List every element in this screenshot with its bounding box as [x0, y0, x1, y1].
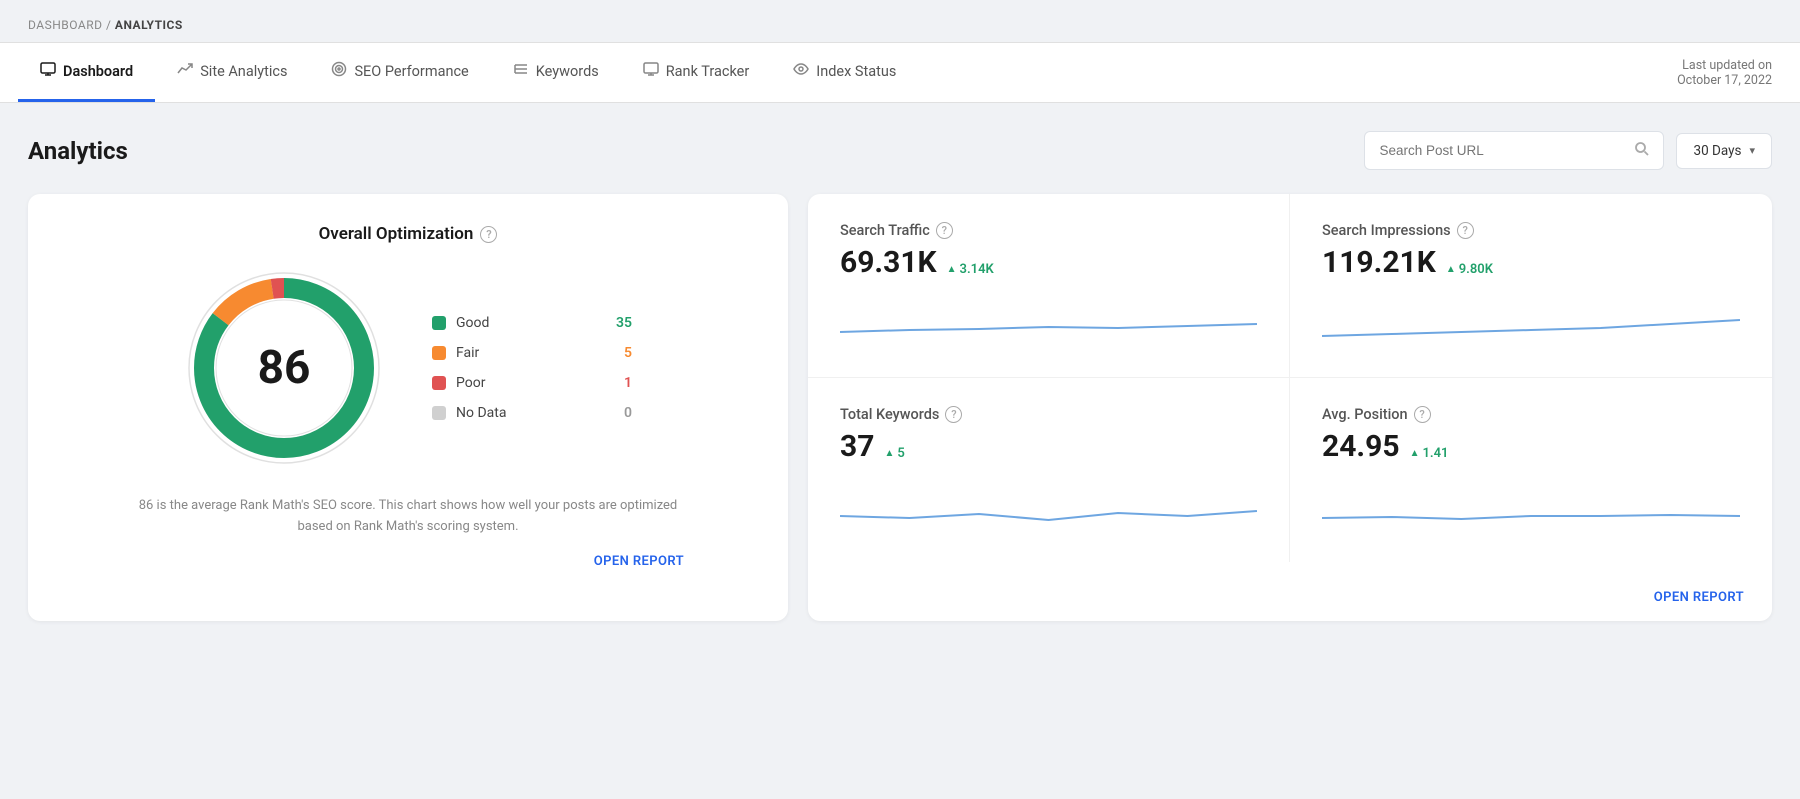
legend-fair-dot — [432, 346, 446, 360]
search-traffic-help-icon[interactable]: ? — [936, 222, 953, 239]
monitor-icon — [40, 61, 56, 81]
tab-index-status[interactable]: Index Status — [771, 43, 918, 102]
breadcrumb-current: ANALYTICS — [115, 18, 183, 32]
metric-search-impressions-delta: 9.80K — [1446, 262, 1493, 277]
metric-search-impressions: Search Impressions ? 119.21K 9.80K — [1290, 194, 1772, 378]
sparkline-total-keywords — [840, 478, 1257, 533]
legend-fair-label: Fair — [456, 345, 598, 361]
legend-good-count: 35 — [608, 315, 632, 331]
legend-poor-dot — [432, 376, 446, 390]
optimization-description: 86 is the average Rank Math's SEO score.… — [128, 496, 688, 538]
metric-total-keywords: Total Keywords ? 37 5 — [808, 378, 1290, 562]
metric-search-impressions-label: Search Impressions ? — [1322, 222, 1740, 239]
target-icon — [331, 61, 347, 81]
metric-total-keywords-value-row: 37 5 — [840, 429, 1257, 464]
metrics-grid: Search Traffic ? 69.31K 3.14K — [808, 194, 1772, 562]
metric-search-traffic-delta: 3.14K — [947, 262, 994, 277]
metric-search-traffic-label: Search Traffic ? — [840, 222, 1257, 239]
donut-chart: 86 — [184, 268, 384, 468]
tab-dashboard[interactable]: Dashboard — [18, 43, 155, 102]
tab-seo-performance[interactable]: SEO Performance — [309, 43, 490, 102]
tab-rank-tracker[interactable]: Rank Tracker — [621, 43, 772, 102]
last-updated: Last updated on October 17, 2022 — [1677, 58, 1782, 88]
metric-total-keywords-delta: 5 — [884, 446, 904, 461]
metric-avg-position-value: 24.95 — [1322, 429, 1400, 464]
breadcrumb-base: DASHBOARD — [28, 18, 102, 32]
metric-total-keywords-value: 37 — [840, 429, 874, 464]
optimization-open-report[interactable]: OPEN REPORT — [128, 554, 688, 569]
metric-total-keywords-label: Total Keywords ? — [840, 406, 1257, 423]
tab-rank-tracker-label: Rank Tracker — [666, 63, 750, 80]
tab-bar: Dashboard Site Analytics SEO Performance — [0, 42, 1800, 103]
tab-site-analytics[interactable]: Site Analytics — [155, 43, 309, 102]
avg-position-help-icon[interactable]: ? — [1414, 406, 1431, 423]
metric-avg-position-value-row: 24.95 1.41 — [1322, 429, 1740, 464]
tab-dashboard-label: Dashboard — [63, 63, 133, 80]
metrics-card: Search Traffic ? 69.31K 3.14K — [808, 194, 1772, 621]
tab-seo-performance-label: SEO Performance — [354, 63, 468, 80]
search-url-input[interactable] — [1379, 143, 1626, 158]
metric-search-traffic-value-row: 69.31K 3.14K — [840, 245, 1257, 280]
eye-icon — [793, 61, 809, 81]
chart-icon — [177, 61, 193, 81]
metric-search-impressions-value: 119.21K — [1322, 245, 1436, 280]
metric-avg-position-label: Avg. Position ? — [1322, 406, 1740, 423]
breadcrumb: DASHBOARD / ANALYTICS — [0, 0, 1800, 42]
tab-site-analytics-label: Site Analytics — [200, 63, 287, 80]
legend: Good 35 Fair 5 Poor 1 N — [432, 315, 632, 421]
days-dropdown-label: 30 Days — [1693, 143, 1741, 159]
search-icon — [1634, 141, 1649, 160]
search-url-box[interactable] — [1364, 131, 1664, 170]
legend-no-data-label: No Data — [456, 405, 598, 421]
tab-keywords[interactable]: Keywords — [491, 43, 621, 102]
legend-good-label: Good — [456, 315, 598, 331]
header-controls: 30 Days ▾ — [1364, 131, 1772, 170]
metrics-card-footer: OPEN REPORT — [808, 562, 1772, 621]
legend-no-data-dot — [432, 406, 446, 420]
legend-poor-label: Poor — [456, 375, 598, 391]
legend-poor: Poor 1 — [432, 375, 632, 391]
donut-score: 86 — [258, 341, 311, 395]
legend-no-data-count: 0 — [608, 405, 632, 421]
last-updated-date: October 17, 2022 — [1677, 73, 1772, 88]
list-icon — [513, 61, 529, 81]
legend-good-dot — [432, 316, 446, 330]
cards-row: Overall Optimization ? — [28, 194, 1772, 621]
legend-fair: Fair 5 — [432, 345, 632, 361]
sparkline-avg-position — [1322, 478, 1740, 533]
legend-no-data: No Data 0 — [432, 405, 632, 421]
metric-search-impressions-value-row: 119.21K 9.80K — [1322, 245, 1740, 280]
optimization-help-icon[interactable]: ? — [480, 226, 497, 243]
metrics-open-report[interactable]: OPEN REPORT — [1654, 590, 1748, 605]
tab-index-status-label: Index Status — [816, 63, 896, 80]
optimization-body: 86 Good 35 Fair 5 — [60, 268, 756, 468]
optimization-title: Overall Optimization ? — [319, 224, 498, 244]
page-title: Analytics — [28, 137, 128, 165]
analytics-header: Analytics 30 Days ▾ — [28, 131, 1772, 170]
main-content: Analytics 30 Days ▾ Overall Optimiz — [0, 103, 1800, 641]
sparkline-search-traffic — [840, 294, 1257, 349]
tab-keywords-label: Keywords — [536, 63, 599, 80]
optimization-card: Overall Optimization ? — [28, 194, 788, 621]
days-dropdown[interactable]: 30 Days ▾ — [1676, 133, 1772, 169]
metric-avg-position-delta: 1.41 — [1410, 446, 1449, 461]
metric-search-traffic: Search Traffic ? 69.31K 3.14K — [808, 194, 1290, 378]
optimization-footer: 86 is the average Rank Math's SEO score.… — [128, 496, 688, 569]
total-keywords-help-icon[interactable]: ? — [945, 406, 962, 423]
metric-avg-position: Avg. Position ? 24.95 1.41 — [1290, 378, 1772, 562]
legend-fair-count: 5 — [608, 345, 632, 361]
monitor2-icon — [643, 61, 659, 81]
chevron-down-icon: ▾ — [1749, 144, 1755, 157]
breadcrumb-separator: / — [106, 18, 111, 32]
legend-poor-count: 1 — [608, 375, 632, 391]
last-updated-label: Last updated on — [1677, 58, 1772, 73]
search-impressions-help-icon[interactable]: ? — [1457, 222, 1474, 239]
metric-search-traffic-value: 69.31K — [840, 245, 937, 280]
legend-good: Good 35 — [432, 315, 632, 331]
sparkline-search-impressions — [1322, 294, 1740, 349]
